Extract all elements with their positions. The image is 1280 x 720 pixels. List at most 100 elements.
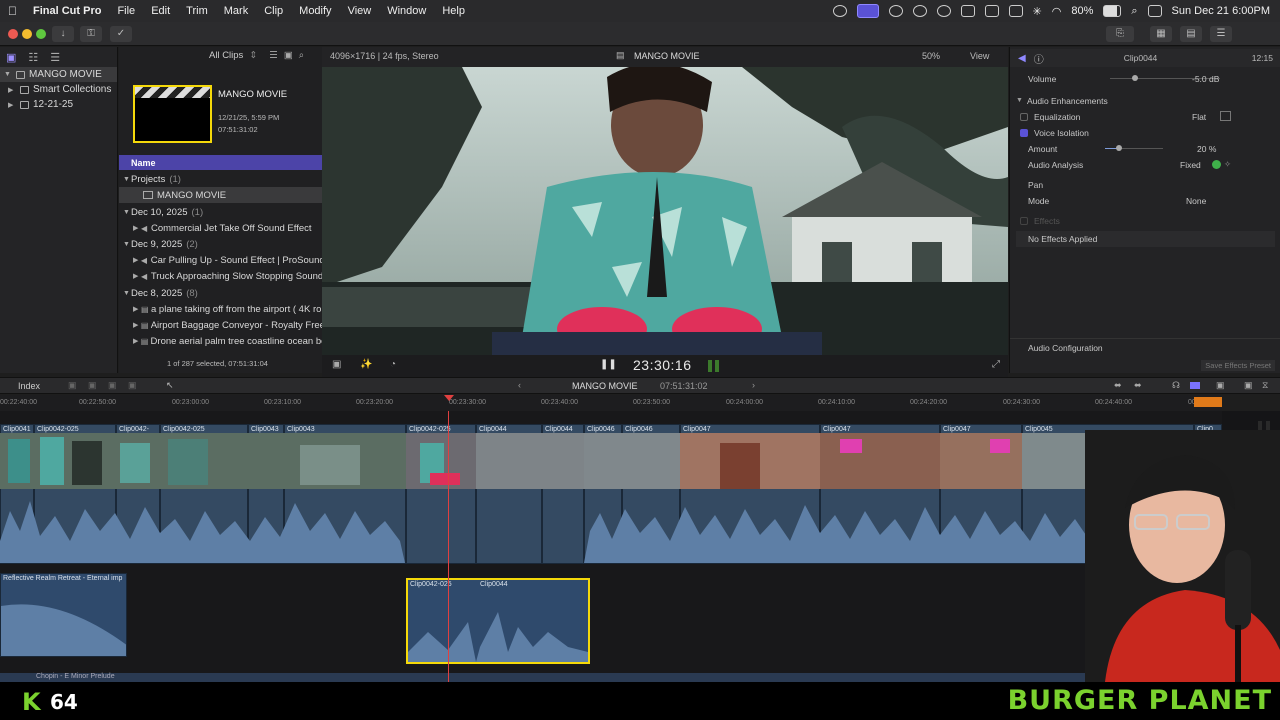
disclosure-open-icon[interactable]: ▼ — [123, 176, 131, 183]
share-icon[interactable]: ⎘ — [1106, 26, 1134, 42]
fullscreen-icon[interactable]: ⤢ — [992, 359, 1000, 370]
project-thumbnail[interactable] — [133, 85, 212, 143]
disclosure-closed-icon[interactable]: ▶ — [8, 86, 16, 94]
amount-value[interactable]: 20 % — [1197, 144, 1216, 154]
disclosure-closed-icon[interactable]: ▶ — [133, 224, 141, 232]
menu-clip[interactable]: Clip — [256, 5, 291, 17]
index-button[interactable]: Index — [18, 381, 40, 391]
menu-modify[interactable]: Modify — [291, 5, 339, 17]
edit-connect-icon[interactable]: ▣ — [68, 380, 77, 391]
disclosure-open-icon[interactable]: ▼ — [123, 209, 131, 216]
group-projects[interactable]: ▼ Projects (1) — [119, 171, 322, 187]
keywords-icon[interactable]: ⚿ — [80, 26, 102, 42]
battery-icon[interactable] — [1103, 5, 1122, 17]
control-center-icon[interactable] — [1147, 5, 1162, 17]
transform-icon[interactable]: ▣ — [332, 359, 341, 370]
dots-icon[interactable] — [912, 5, 927, 17]
eq-graph-icon[interactable] — [1220, 111, 1231, 121]
save-effects-preset-button[interactable]: Save Effects Preset — [1201, 359, 1275, 371]
view-menu[interactable]: View — [970, 51, 989, 61]
disclosure-open-icon[interactable]: ▼ — [123, 290, 131, 297]
camera-icon[interactable] — [888, 5, 903, 17]
list-item[interactable]: ▶ ▤ Drone aerial palm tree coastline oce… — [119, 333, 322, 349]
minimize-button[interactable] — [22, 29, 32, 39]
disclosure-open-icon[interactable]: ▼ — [1016, 97, 1023, 104]
audio-configuration-label[interactable]: Audio Configuration — [1028, 343, 1103, 353]
group-dec-10[interactable]: ▼ Dec 10, 2025 (1) — [119, 204, 322, 220]
volume-slider-knob[interactable] — [1132, 75, 1138, 81]
trim-icon[interactable]: ⬌ — [1114, 380, 1122, 391]
magic-wand-icon[interactable]: ✧ — [1224, 159, 1231, 170]
volume-value[interactable]: -5.0 dB — [1192, 74, 1219, 84]
disclosure-closed-icon[interactable]: ▶ — [133, 256, 141, 264]
bluetooth-icon[interactable]: ✳ — [1033, 5, 1042, 18]
zoom-button[interactable] — [36, 29, 46, 39]
info-icon[interactable]: ⓘ — [1034, 51, 1044, 66]
viewer-frame[interactable] — [322, 67, 1008, 355]
transitions-icon[interactable]: ⧖ — [1262, 380, 1268, 391]
all-clips-filter[interactable]: All Clips — [209, 50, 243, 61]
speed-icon[interactable]: ◔ — [390, 359, 396, 370]
timeline-area[interactable]: Clip0041 Clip0042-025 Clip0042- Clip0042… — [0, 411, 1222, 682]
app-menu[interactable]: Final Cut Pro — [25, 5, 109, 17]
music-clip[interactable]: Reflective Realm Retreat - Eternal imp — [0, 573, 127, 657]
layout-browser-icon[interactable]: ▦ — [1150, 26, 1172, 42]
photos-icon[interactable]: ☷ — [28, 51, 38, 64]
equalization-menu[interactable]: Flat — [1192, 112, 1206, 122]
forward-arrow-icon[interactable]: › — [752, 380, 755, 390]
zoom-icon[interactable]: ⬌ — [1134, 380, 1142, 391]
search-icon[interactable]: ⌕ — [299, 50, 304, 61]
search-icon[interactable]: ⌕ — [1131, 5, 1137, 18]
list-item[interactable]: ▶ ◀ Car Pulling Up - Sound Effect | ProS… — [119, 252, 322, 268]
background-tasks-icon[interactable]: ✓ — [110, 26, 132, 42]
menu-trim[interactable]: Trim — [178, 5, 216, 17]
screen-record-icon[interactable] — [832, 5, 847, 17]
menu-window[interactable]: Window — [379, 5, 434, 17]
timeline-ruler[interactable]: 00:22:40:00 00:22:50:00 00:23:00:00 00:2… — [0, 395, 1222, 411]
select-tool-icon[interactable]: ↖ — [166, 380, 174, 391]
zoom-menu[interactable]: 50% — [922, 51, 940, 61]
disclosure-open-icon[interactable]: ▼ — [4, 71, 12, 78]
back-arrow-icon[interactable]: ‹ — [518, 380, 521, 390]
audio-inspector-icon[interactable]: ◀ — [1018, 53, 1026, 64]
timeline-settings-icon[interactable]: ▣ — [1216, 380, 1225, 391]
headphones-icon[interactable]: ☊ — [1172, 380, 1180, 391]
disclosure-closed-icon[interactable]: ▶ — [133, 337, 141, 345]
settings-icon[interactable]: ▣ — [284, 50, 293, 61]
edit-append-icon[interactable]: ▣ — [108, 380, 117, 391]
focus-app-icon[interactable] — [856, 4, 879, 18]
pan-mode-menu[interactable]: None — [1186, 196, 1206, 206]
group-dec-9[interactable]: ▼ Dec 9, 2025 (2) — [119, 236, 322, 252]
display-icon[interactable] — [1008, 5, 1023, 17]
pause-button[interactable]: ❚❚ — [600, 359, 617, 370]
disclosure-closed-icon[interactable]: ▶ — [133, 272, 141, 280]
column-header-name[interactable]: Name — [119, 155, 322, 170]
volume-icon[interactable] — [960, 5, 975, 17]
event-item[interactable]: ▶ 12-21-25 — [0, 97, 117, 112]
layout-inspector-icon[interactable]: ☰ — [1210, 26, 1232, 42]
timeline-project-name[interactable]: MANGO MOVIE — [572, 381, 638, 391]
disclosure-closed-icon[interactable]: ▶ — [133, 321, 141, 329]
play-icon[interactable] — [936, 5, 951, 17]
apple-icon[interactable]:  — [0, 4, 25, 18]
disclosure-open-icon[interactable]: ▼ — [123, 241, 131, 248]
grid-icon[interactable] — [984, 5, 999, 17]
chevron-updown-icon[interactable]: ⇕ — [249, 50, 257, 61]
libraries-icon[interactable]: ▣ — [6, 51, 16, 64]
close-button[interactable] — [8, 29, 18, 39]
group-dec-8[interactable]: ▼ Dec 8, 2025 (8) — [119, 285, 322, 301]
menu-edit[interactable]: Edit — [143, 5, 178, 17]
list-item[interactable]: ▶ ▤ a plane taking off from the airport … — [119, 301, 322, 317]
wifi-icon[interactable]: ◠ — [1052, 5, 1062, 18]
menu-file[interactable]: File — [109, 5, 143, 17]
list-item[interactable]: ▶ ◀ Commercial Jet Take Off Sound Effect — [119, 220, 322, 236]
edit-insert-icon[interactable]: ▣ — [88, 380, 97, 391]
selected-connected-clips[interactable]: Clip0042-025 Clip0044 — [406, 578, 590, 664]
list-item-project[interactable]: MANGO MOVIE — [119, 187, 322, 203]
titles-icon[interactable]: ☰ — [50, 51, 60, 64]
voice-isolation-checkbox[interactable] — [1020, 128, 1028, 137]
menu-mark[interactable]: Mark — [216, 5, 256, 17]
menu-view[interactable]: View — [340, 5, 380, 17]
equalization-checkbox[interactable] — [1020, 112, 1028, 121]
list-view-icon[interactable]: ☰ — [269, 50, 278, 61]
